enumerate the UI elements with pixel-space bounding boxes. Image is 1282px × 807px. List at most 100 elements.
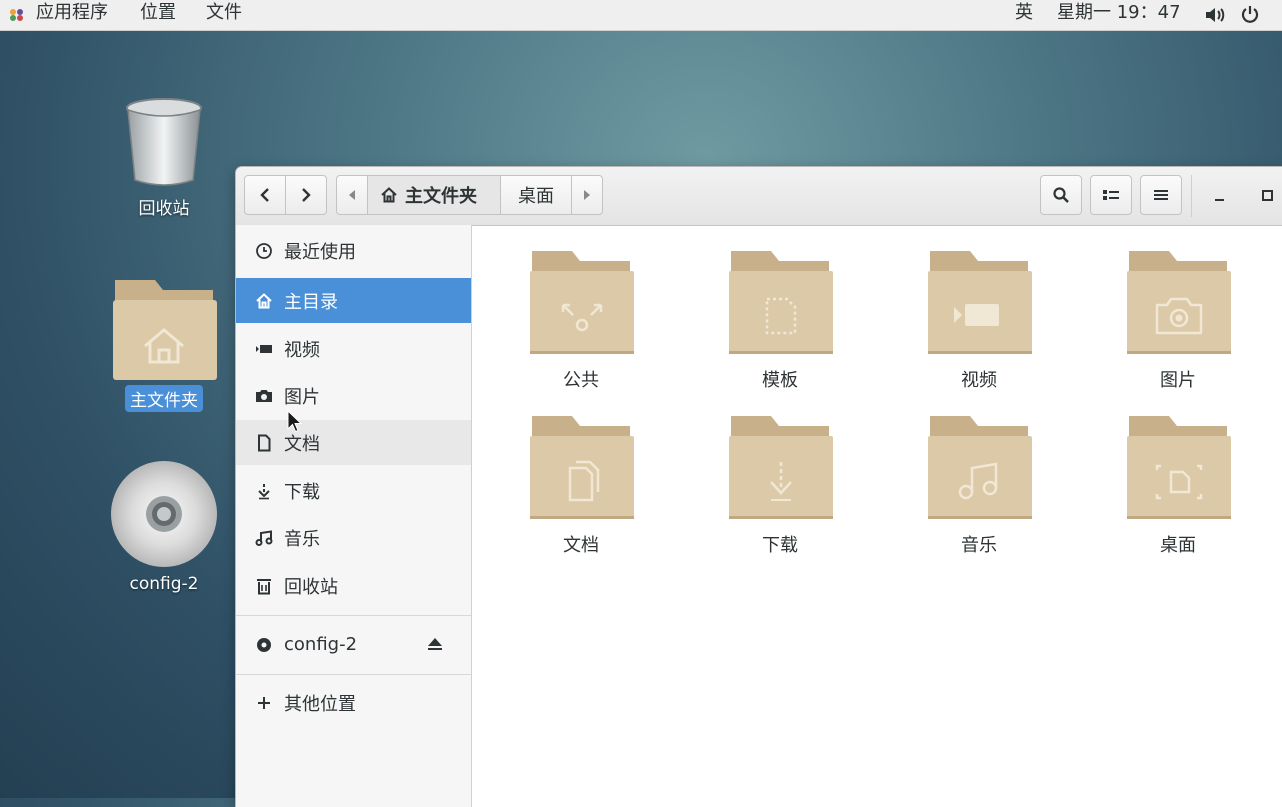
path-desktop-label: 桌面: [518, 186, 554, 207]
folder-label: 下载: [762, 535, 798, 556]
desktop-trash-label: 回收站: [138, 199, 190, 219]
maximize-button[interactable]: [1254, 185, 1280, 207]
places-menu[interactable]: 位置: [140, 0, 176, 30]
sidebar-item-label: 其他位置: [284, 693, 356, 715]
applications-icon: [10, 9, 23, 21]
sidebar-item-music[interactable]: 音乐: [236, 515, 471, 560]
video-icon: [256, 344, 272, 353]
search-button[interactable]: [1040, 175, 1082, 215]
pictures-folder-icon: [1127, 251, 1231, 354]
desktop-trash[interactable]: 回收站: [112, 96, 216, 220]
minimize-icon: [1215, 199, 1224, 201]
sidebar-item-label: 回收站: [284, 576, 338, 598]
sidebar-item-label: 最近使用: [284, 241, 356, 263]
desktop-disc[interactable]: config-2: [108, 460, 220, 595]
folder-label: 公共: [563, 370, 599, 391]
path-desktop-button[interactable]: 桌面: [500, 175, 572, 215]
desktop-home-folder[interactable]: 主文件夹: [109, 276, 219, 412]
sidebar-item-other-locations[interactable]: 其他位置: [236, 680, 471, 725]
list-view-icon: [1103, 190, 1119, 200]
sidebar-item-recent[interactable]: 最近使用: [236, 228, 471, 273]
chevron-right-icon: [302, 188, 311, 202]
files-menu[interactable]: 文件: [206, 0, 242, 30]
folder-label: 模板: [762, 370, 798, 391]
folder-label: 文档: [563, 535, 599, 556]
folder-item[interactable]: 图片: [1108, 251, 1248, 392]
folder-item[interactable]: 下载: [710, 416, 850, 557]
folder-item[interactable]: 模板: [710, 251, 850, 392]
share-folder-icon: [530, 251, 634, 354]
power-icon[interactable]: [1240, 4, 1260, 24]
top-bar: 应用程序 位置 文件 英 星期一 19：47: [0, 0, 1282, 31]
menu-button[interactable]: [1140, 175, 1182, 215]
input-method-indicator[interactable]: 英: [1015, 0, 1033, 30]
file-manager-window: 主文件夹 桌面 最近使用 主目录 视频 图片 文档 下载 音乐 回收站 conf…: [236, 167, 1282, 807]
path-scroll-right-button[interactable]: [571, 175, 603, 215]
sidebar-item-device[interactable]: config-2: [236, 622, 471, 667]
music-icon: [255, 529, 273, 546]
sidebar-separator: [236, 674, 471, 675]
hamburger-icon: [1154, 190, 1168, 200]
sidebar-separator: [236, 615, 471, 616]
header-bar: 主文件夹 桌面: [236, 167, 1282, 226]
mouse-pointer-icon: [287, 410, 303, 433]
plus-icon: [258, 696, 270, 709]
folder-item[interactable]: 文档: [511, 416, 651, 557]
volume-icon[interactable]: [1204, 6, 1226, 24]
sidebar: 最近使用 主目录 视频 图片 文档 下载 音乐 回收站 config-2 其他位…: [236, 225, 472, 807]
sidebar-item-documents[interactable]: 文档: [236, 420, 471, 465]
home-folder-icon: [113, 280, 217, 380]
sidebar-item-label: config-2: [284, 634, 358, 655]
disc-icon: [111, 461, 217, 567]
sidebar-item-label: 音乐: [284, 528, 320, 550]
path-home-button[interactable]: 主文件夹: [367, 175, 501, 215]
download-icon: [258, 483, 270, 499]
header-separator: [1191, 175, 1192, 217]
video-folder-icon: [928, 251, 1032, 354]
path-home-label: 主文件夹: [405, 186, 477, 207]
documents-folder-icon: [530, 416, 634, 519]
sidebar-item-home[interactable]: 主目录: [236, 278, 471, 323]
home-icon: [256, 292, 272, 308]
clock-icon: [256, 242, 272, 259]
sidebar-item-downloads[interactable]: 下载: [236, 468, 471, 513]
document-icon: [258, 434, 271, 451]
triangle-right-icon: [584, 190, 590, 200]
home-icon: [381, 187, 397, 203]
path-scroll-left-button[interactable]: [336, 175, 368, 215]
template-folder-icon: [729, 251, 833, 354]
camera-icon: [256, 389, 272, 402]
folder-label: 视频: [961, 370, 997, 391]
folder-item[interactable]: 音乐: [909, 416, 1049, 557]
maximize-icon: [1262, 190, 1273, 201]
sidebar-item-pictures[interactable]: 图片: [236, 373, 471, 418]
trash-icon: [257, 578, 271, 594]
clock[interactable]: 星期一 19：47: [1057, 0, 1181, 30]
desktop-home-label: 主文件夹: [125, 385, 203, 412]
sidebar-item-label: 图片: [284, 386, 320, 408]
folder-item[interactable]: 公共: [511, 251, 651, 392]
trash-icon: [126, 98, 202, 186]
folder-item[interactable]: 桌面: [1108, 416, 1248, 557]
downloads-folder-icon: [729, 416, 833, 519]
sidebar-item-trash[interactable]: 回收站: [236, 563, 471, 608]
desktop-folder-icon: [1127, 416, 1231, 519]
minimize-button[interactable]: [1206, 185, 1232, 207]
view-mode-button[interactable]: [1090, 175, 1132, 215]
folder-label: 音乐: [961, 535, 997, 556]
chevron-left-icon: [260, 188, 269, 202]
sidebar-item-label: 视频: [284, 339, 320, 361]
sidebar-item-label: 下载: [284, 481, 320, 503]
applications-menu[interactable]: 应用程序: [36, 0, 108, 30]
back-button[interactable]: [244, 175, 286, 215]
sidebar-item-label: 主目录: [284, 291, 338, 313]
folder-label: 图片: [1160, 370, 1196, 391]
folder-label: 桌面: [1160, 535, 1196, 556]
music-folder-icon: [928, 416, 1032, 519]
sidebar-item-videos[interactable]: 视频: [236, 326, 471, 371]
triangle-left-icon: [349, 190, 355, 200]
eject-icon[interactable]: [426, 636, 444, 652]
folder-item[interactable]: 视频: [909, 251, 1049, 392]
forward-button[interactable]: [285, 175, 327, 215]
desktop-disc-label: config-2: [129, 574, 199, 594]
